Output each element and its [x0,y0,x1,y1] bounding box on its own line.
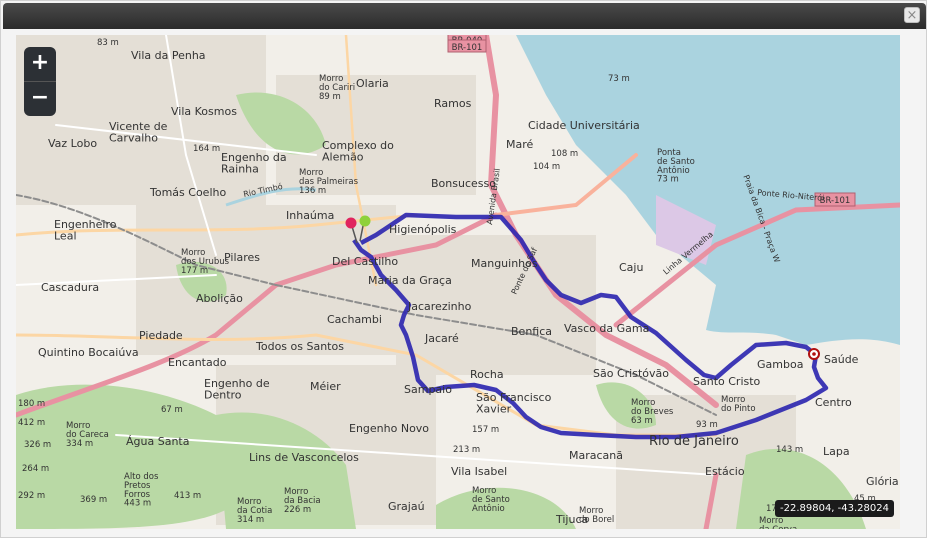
place-lins: Lins de Vasconcelos [249,451,359,464]
place-abolicao: Abolição [196,292,243,305]
place-sampaio: Sampaio [404,383,452,396]
place-gamboa: Gamboa [757,358,803,371]
map-dialog: × BR-101 BR-101 Vila da Penha Olaria Ram… [0,0,927,538]
place-vasco: Vasco da Gama [564,322,649,335]
place-encantado: Encantado [168,356,227,369]
place-bonsucesso: Bonsucesso [431,177,496,190]
svg-text:73 m: 73 m [608,74,630,84]
close-button[interactable]: × [904,7,920,23]
place-vaz-lobo: Vaz Lobo [48,137,97,150]
place-lapa: Lapa [823,445,850,458]
svg-text:67 m: 67 m [161,405,183,415]
svg-text:326 m: 326 m [24,440,51,450]
svg-text:180 m: 180 m [18,399,45,409]
place-todos-santos: Todos os Santos [255,340,344,353]
svg-text:104 m: 104 m [533,162,560,172]
place-caju: Caju [619,261,643,274]
place-meier: Méier [310,380,341,393]
place-vila-isabel: Vila Isabel [451,465,507,478]
place-santo-cristo: Santo Cristo [693,375,761,388]
dialog-titlebar: × [3,3,926,29]
place-ramos: Ramos [434,97,472,110]
coordinates-readout: -22.89804, -43.28024 [774,500,894,517]
place-tomas-coelho: Tomás Coelho [149,186,226,199]
place-del-castilho: Del Castilho [332,255,398,268]
svg-text:264 m: 264 m [22,464,49,474]
place-agua-santa: Água Santa [126,435,189,448]
map-view[interactable]: BR-040 BR-101 BR-101 Vila da Penha Olari… [16,35,900,529]
place-cidade-universitaria: Cidade Universitária [528,119,640,132]
place-quintino: Quintino Bocaiúva [38,346,139,359]
place-saude: Saúde [824,353,859,366]
place-rio-de-janeiro: Rio de Janeiro [649,434,739,449]
place-grajau: Grajaú [388,500,425,513]
svg-text:108 m: 108 m [551,149,578,159]
place-engenho-novo: Engenho Novo [349,422,429,435]
place-maracana: Maracanã [569,449,623,462]
svg-text:413 m: 413 m [174,491,201,501]
map-canvas[interactable]: BR-040 BR-101 BR-101 Vila da Penha Olari… [16,35,900,529]
place-piedade: Piedade [139,329,183,342]
place-higienopolis: Higienópolis [389,223,457,236]
svg-text:BR-101: BR-101 [452,43,483,53]
svg-text:292 m: 292 m [18,491,45,501]
place-benfica: Benfica [511,325,552,338]
destination-marker[interactable] [808,348,820,360]
place-rocha: Rocha [470,368,504,381]
place-inhauma: Inhaúma [286,209,334,222]
zoom-in-button[interactable]: + [24,47,56,82]
place-pilares: Pilares [224,251,260,264]
place-gloria: Glória [866,475,899,488]
place-vila-kosmos: Vila Kosmos [171,105,237,118]
svg-text:164 m: 164 m [193,144,220,154]
place-jacare: Jacaré [424,332,459,345]
place-sao-cristovao: São Cristóvão [593,367,669,380]
place-jacarezinho: Jacarezinho [407,300,472,313]
svg-text:412 m: 412 m [18,418,45,428]
place-vila-da-penha: Vila da Penha [131,49,206,62]
place-estacio: Estácio [705,465,745,478]
svg-text:157 m: 157 m [472,425,499,435]
road-shield-br101-top: BR-101 [447,39,487,53]
place-mare: Maré [506,138,534,151]
place-cachambi: Cachambi [327,313,382,326]
svg-text:143 m: 143 m [776,445,803,455]
svg-text:93 m: 93 m [696,420,718,430]
svg-text:83 m: 83 m [97,38,119,48]
svg-text:369 m: 369 m [80,495,107,505]
place-olaria: Olaria [356,77,389,90]
place-cascadura: Cascadura [41,281,99,294]
place-centro: Centro [815,396,852,409]
place-maria-graca: Maria da Graça [368,274,452,287]
svg-text:213 m: 213 m [453,445,480,455]
zoom-out-button[interactable]: − [24,82,56,116]
